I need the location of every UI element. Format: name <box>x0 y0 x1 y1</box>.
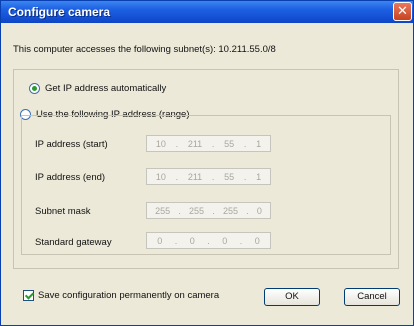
octet: 255 <box>155 205 171 216</box>
octet: 55 <box>224 138 235 149</box>
subnet-info: This computer accesses the following sub… <box>13 44 276 55</box>
octet: 0 <box>189 235 195 246</box>
octet: 10 <box>155 138 166 149</box>
ip-start-field[interactable]: 10. 211. 55. 1 <box>146 135 271 152</box>
auto-ip-label: Get IP address automatically <box>45 83 167 94</box>
octet: 10 <box>155 171 166 182</box>
dialog-title: Configure camera <box>8 5 111 19</box>
gateway-label: Standard gateway <box>35 237 112 248</box>
ok-button[interactable]: OK <box>264 288 320 306</box>
ip-start-label: IP address (start) <box>35 139 108 150</box>
auto-ip-radio[interactable] <box>29 83 40 94</box>
save-permanently-option[interactable]: Save configuration permanently on camera <box>23 290 219 301</box>
octet: 211 <box>187 138 203 149</box>
close-icon[interactable]: ✕ <box>393 2 412 21</box>
subnet-mask-field[interactable]: 255. 255. 255. 0 <box>146 202 271 219</box>
octet: 0 <box>157 235 163 246</box>
octet: 255 <box>189 205 205 216</box>
octet: 211 <box>187 171 203 182</box>
ip-end-field[interactable]: 10. 211. 55. 1 <box>146 168 271 185</box>
save-permanently-checkbox[interactable] <box>23 290 34 301</box>
title-bar[interactable]: Configure camera ✕ <box>1 1 413 23</box>
octet: 0 <box>254 235 260 246</box>
save-permanently-label: Save configuration permanently on camera <box>38 290 220 301</box>
octet: 0 <box>222 235 228 246</box>
subnet-mask-label: Subnet mask <box>35 206 91 217</box>
octet: 0 <box>256 205 262 216</box>
octet: 255 <box>222 205 238 216</box>
auto-ip-option[interactable]: Get IP address automatically <box>29 83 166 94</box>
octet: 55 <box>224 171 235 182</box>
cancel-button[interactable]: Cancel <box>344 288 400 306</box>
configure-camera-dialog: Configure camera ✕ This computer accesse… <box>0 0 414 326</box>
octet: 1 <box>256 138 262 149</box>
octet: 1 <box>256 171 262 182</box>
ip-end-label: IP address (end) <box>35 172 106 183</box>
gateway-field[interactable]: 0. 0. 0. 0 <box>146 232 271 249</box>
